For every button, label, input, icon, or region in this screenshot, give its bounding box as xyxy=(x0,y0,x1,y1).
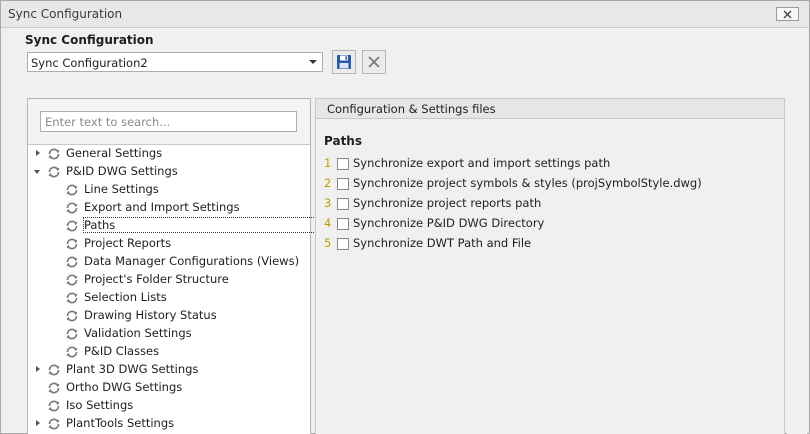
tree-node[interactable]: General Settings xyxy=(28,145,310,163)
tree-node[interactable]: Selection Lists xyxy=(28,289,310,307)
delete-x-icon xyxy=(368,56,380,68)
tree-node-label: General Settings xyxy=(66,146,163,160)
chevron-right-icon[interactable] xyxy=(34,150,42,158)
option-number: 4 xyxy=(324,216,332,230)
sync-icon xyxy=(65,273,79,287)
option-checkbox[interactable] xyxy=(337,158,349,170)
sync-configuration-select[interactable]: Sync Configuration2 xyxy=(27,52,323,72)
search-input[interactable] xyxy=(40,111,297,132)
sync-icon xyxy=(47,399,61,413)
sync-icon xyxy=(47,165,61,179)
tree-node-label: Project's Folder Structure xyxy=(84,272,229,286)
tree-node[interactable]: Iso Settings xyxy=(28,397,310,415)
sync-icon xyxy=(65,201,79,215)
option-number: 1 xyxy=(324,156,332,170)
option-checkbox[interactable] xyxy=(337,238,349,250)
option-label[interactable]: Synchronize DWT Path and File xyxy=(353,236,531,250)
chevron-right-icon[interactable] xyxy=(34,366,42,374)
sync-icon xyxy=(65,309,79,323)
tree-node[interactable]: P&ID Classes xyxy=(28,343,310,361)
close-button[interactable] xyxy=(776,7,799,21)
tree-node-label: Export and Import Settings xyxy=(84,200,240,214)
selected-configuration: Sync Configuration2 xyxy=(31,56,148,70)
chevron-down-icon[interactable] xyxy=(34,168,42,176)
sync-icon xyxy=(65,345,79,359)
option-checkbox[interactable] xyxy=(337,178,349,190)
option-label[interactable]: Synchronize project symbols & styles (pr… xyxy=(353,176,702,190)
option-label[interactable]: Synchronize project reports path xyxy=(353,196,541,210)
tree-node[interactable]: Project Reports xyxy=(28,235,310,253)
sync-icon xyxy=(47,381,61,395)
delete-button[interactable] xyxy=(362,50,386,74)
chevron-down-icon[interactable] xyxy=(309,60,317,64)
tree-node-label: Paths xyxy=(82,217,341,233)
option-number: 2 xyxy=(324,176,332,190)
sync-icon xyxy=(65,291,79,305)
tree-node-label: Data Manager Configurations (Views) xyxy=(84,254,300,268)
tree-node[interactable]: Validation Settings xyxy=(28,325,310,343)
tree-node[interactable]: Plant 3D DWG Settings xyxy=(28,361,310,379)
tree-node[interactable]: Export and Import Settings xyxy=(28,199,310,217)
option-checkbox[interactable] xyxy=(337,218,349,230)
tree-node-label: Iso Settings xyxy=(66,398,134,412)
tree-node[interactable]: PlantTools Settings xyxy=(28,415,310,433)
sync-icon xyxy=(65,183,79,197)
tree-node-label: Line Settings xyxy=(84,182,159,196)
sync-icon xyxy=(65,255,79,269)
section-title: Paths xyxy=(324,134,362,148)
option-checkbox[interactable] xyxy=(337,198,349,210)
tree-node-label: Validation Settings xyxy=(84,326,192,340)
sync-icon xyxy=(47,363,61,377)
sync-configuration-label: Sync Configuration xyxy=(25,33,154,47)
sync-configuration-window: Sync Configuration Sync Configuration Sy… xyxy=(0,0,810,434)
settings-tree-panel: General Settings P&ID DWG Settings Line Se… xyxy=(27,98,341,434)
sync-icon xyxy=(47,147,61,161)
tree-node[interactable]: Project's Folder Structure xyxy=(28,271,310,289)
option-label[interactable]: Synchronize export and import settings p… xyxy=(353,156,610,170)
tree-node-label: Plant 3D DWG Settings xyxy=(66,362,199,376)
search-area xyxy=(28,99,310,145)
save-button[interactable] xyxy=(332,50,356,74)
tree-node-label: Project Reports xyxy=(84,236,172,250)
tree-node[interactable]: P&ID DWG Settings xyxy=(28,163,310,181)
close-x-icon xyxy=(783,10,792,18)
tree-node-label: P&ID Classes xyxy=(84,344,160,358)
sync-icon xyxy=(65,219,79,233)
sync-icon xyxy=(65,237,79,251)
chevron-right-icon[interactable] xyxy=(34,420,42,428)
tree-node[interactable]: Data Manager Configurations (Views) xyxy=(28,253,310,271)
tree-node[interactable]: Line Settings xyxy=(28,181,310,199)
title-bar: Sync Configuration xyxy=(1,1,809,28)
tree-node[interactable]: Paths xyxy=(28,217,341,235)
window-title: Sync Configuration xyxy=(8,7,123,21)
right-gutter xyxy=(787,98,807,434)
tree-node-label: P&ID DWG Settings xyxy=(66,164,178,178)
option-number: 3 xyxy=(324,196,332,210)
configuration-settings-panel: Configuration & Settings files Paths 1 Sy… xyxy=(315,98,785,434)
tree-node[interactable]: Ortho DWG Settings xyxy=(28,379,310,397)
floppy-disk-icon xyxy=(337,55,351,69)
sync-icon xyxy=(47,417,61,431)
tree-node-label: Selection Lists xyxy=(84,290,167,304)
tree-node[interactable]: Drawing History Status xyxy=(28,307,310,325)
panel-header: Configuration & Settings files xyxy=(316,99,784,119)
tree-node-label: Ortho DWG Settings xyxy=(66,380,183,394)
tree-node-label: PlantTools Settings xyxy=(66,416,175,430)
sync-icon xyxy=(65,327,79,341)
tree-node-label: Drawing History Status xyxy=(84,308,217,322)
option-number: 5 xyxy=(324,236,332,250)
option-label[interactable]: Synchronize P&ID DWG Directory xyxy=(353,216,544,230)
panel-header-title: Configuration & Settings files xyxy=(327,102,496,116)
